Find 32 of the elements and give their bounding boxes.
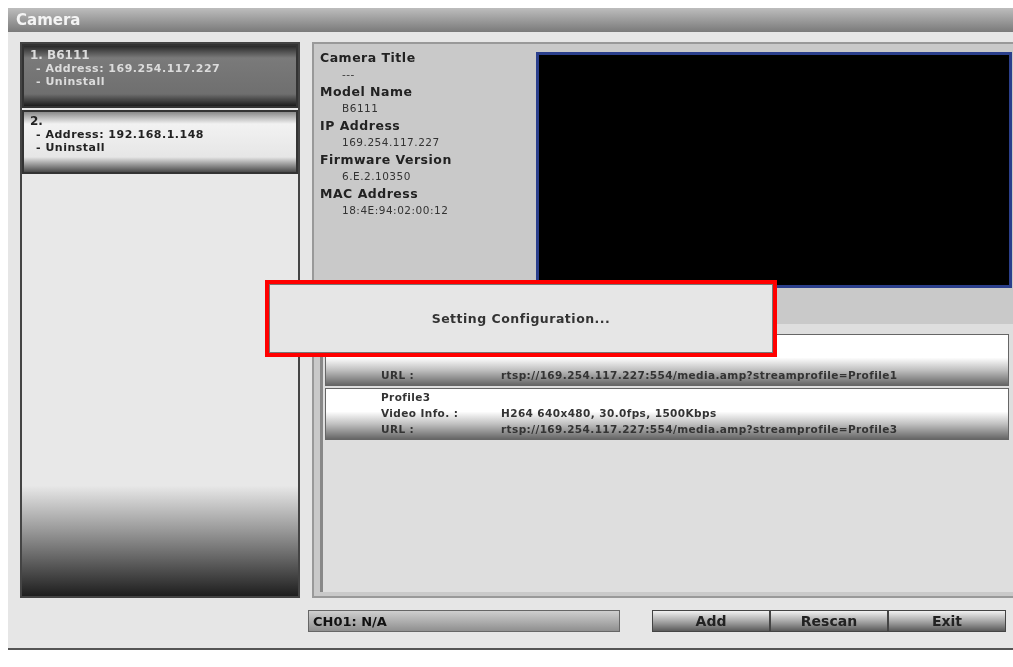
profile-row[interactable]: Profile3 Video Info. : H264 640x480, 30.0fps, 1500Kbps URL : rtsp://169.254.117.227:554/media.amp?streamprofile=Profile3 xyxy=(325,388,1009,440)
action-button[interactable]: Rescan xyxy=(770,610,888,632)
detail-value: B6111 xyxy=(341,102,380,114)
video-info-value: H264 640x480, 30.0fps, 1500Kbps xyxy=(501,407,717,419)
detail-value: 6.E.2.10350 xyxy=(341,170,412,182)
url-value: rtsp://169.254.117.227:554/media.amp?streamprofile=Profile1 xyxy=(501,369,898,381)
url-label: URL : xyxy=(381,423,416,435)
uninstall-link[interactable]: - Uninstall xyxy=(30,141,290,154)
channel-status: CH01: N/A xyxy=(308,610,620,632)
camera-name: 2. xyxy=(30,114,44,128)
action-button[interactable]: Exit xyxy=(888,610,1006,632)
video-info-label: Video Info. : xyxy=(381,407,460,419)
window-title: Camera xyxy=(16,11,81,29)
camera-list-item[interactable]: 1. B6111 - Address: 169.254.117.227 - Uninstall xyxy=(22,44,298,108)
uninstall-link[interactable]: - Uninstall xyxy=(30,75,290,88)
detail-value: 18:4E:94:02:00:12 xyxy=(341,204,450,216)
detail-value: 169.254.117.227 xyxy=(341,136,441,148)
camera-address: - Address: 169.254.117.227 xyxy=(35,62,222,75)
action-button[interactable]: Add xyxy=(652,610,770,632)
camera-name: 1. B6111 xyxy=(30,48,91,62)
camera-address: - Address: 192.168.1.148 xyxy=(35,128,205,141)
detail-label: IP Address xyxy=(320,118,402,133)
detail-label: Firmware Version xyxy=(320,152,453,167)
profile-name: Profile3 xyxy=(381,391,432,403)
detail-label: Camera Title xyxy=(320,50,417,65)
dialog-message: Setting Configuration... xyxy=(431,311,611,326)
url-label: URL : xyxy=(381,369,416,381)
detail-label: MAC Address xyxy=(320,186,420,201)
detail-value: --- xyxy=(341,68,356,80)
camera-list-item[interactable]: 2. - Address: 192.168.1.148 - Uninstall xyxy=(22,110,298,174)
url-value: rtsp://169.254.117.227:554/media.amp?streamprofile=Profile3 xyxy=(501,423,898,435)
detail-label: Model Name xyxy=(320,84,414,99)
